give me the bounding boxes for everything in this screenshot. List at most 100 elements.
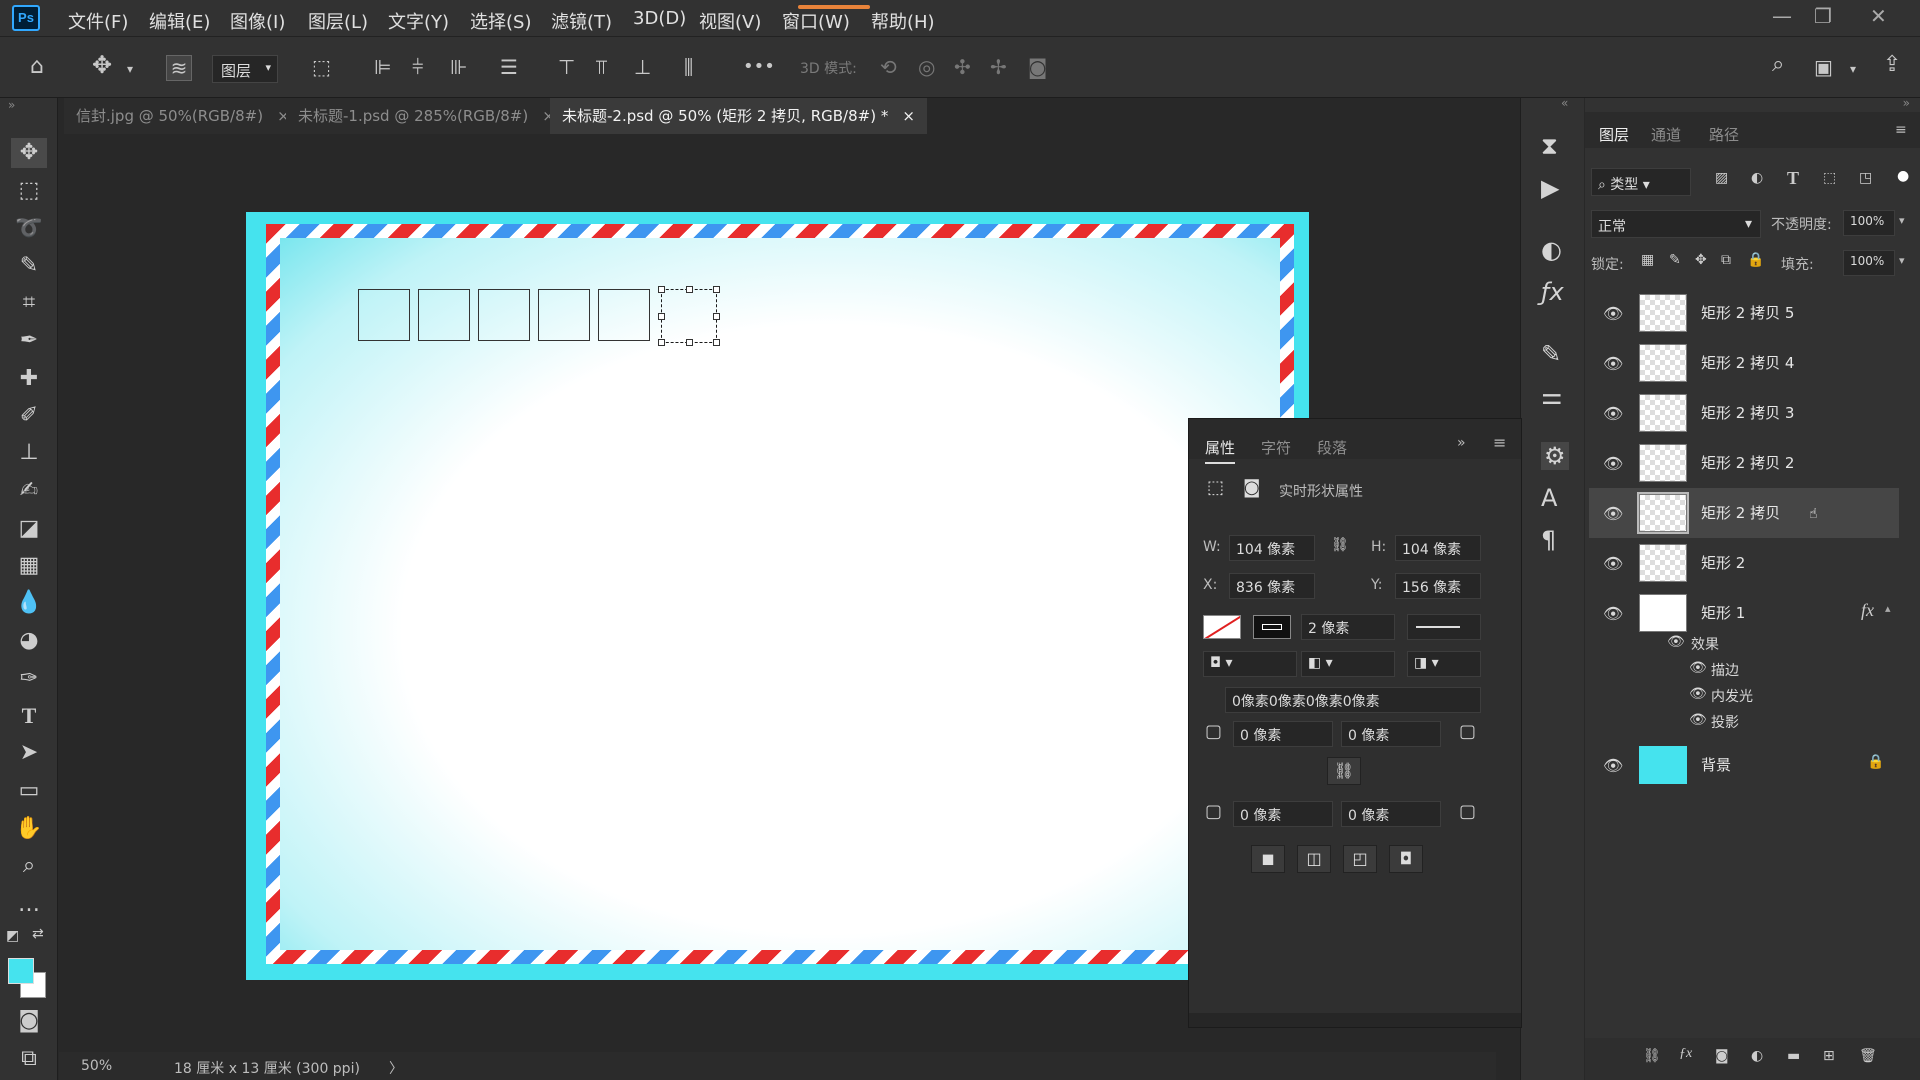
layer-row-selected[interactable]: 👁 矩形 2 拷贝 ☝ [1589, 488, 1899, 538]
collapse-arrows-icon[interactable]: » [1903, 96, 1910, 110]
filter-shape-icon[interactable]: ⬚ [1823, 170, 1836, 186]
paragraph-icon[interactable]: ¶ [1541, 526, 1556, 554]
new-group-icon[interactable]: ▬ [1787, 1048, 1800, 1064]
corner-br-field[interactable]: 0 像素 [1341, 801, 1441, 827]
stroke-align-dropdown[interactable]: ◘ ▾ [1203, 651, 1297, 677]
stamp-tool-icon[interactable]: ⊥ [11, 438, 47, 468]
transform-handle[interactable] [658, 286, 665, 293]
close-icon[interactable]: ✕ [1870, 4, 1887, 28]
share-icon[interactable]: ⇪ [1883, 54, 1901, 76]
chevron-down-icon[interactable]: ▾ [1899, 214, 1905, 227]
history-icon[interactable]: ⧗ [1541, 132, 1558, 160]
transform-controls-icon[interactable]: ⬚ [312, 57, 331, 77]
menu-filter[interactable]: 滤镜(T) [551, 8, 612, 34]
filter-type-icon[interactable]: T [1787, 168, 1799, 189]
collapse-arrows-icon[interactable]: » [8, 98, 15, 112]
edit-toolbar-icon[interactable]: … [11, 890, 47, 920]
move-tool-icon[interactable]: ✥ [11, 138, 47, 168]
y-position-field[interactable]: 156 像素 [1395, 573, 1481, 599]
menu-help[interactable]: 帮助(H) [871, 8, 935, 34]
chevron-down-icon[interactable]: ▾ [127, 59, 133, 79]
align-hcenter-icon[interactable]: ⫩ [412, 57, 423, 77]
tab-paths[interactable]: 路径 [1709, 124, 1739, 145]
stroke-corners-dropdown[interactable]: ◨ ▾ [1407, 651, 1481, 677]
link-dimensions-icon[interactable]: ⛓ [1331, 537, 1349, 553]
workspace-icon[interactable]: ▣ [1814, 57, 1833, 77]
menu-window[interactable]: 窗口(W) [782, 8, 850, 34]
link-layers-icon[interactable]: ⛓ [1643, 1048, 1661, 1064]
menu-select[interactable]: 选择(S) [470, 8, 531, 34]
3d-camera-icon[interactable]: ◙ [1028, 57, 1047, 77]
align-left-icon[interactable]: ⊫ [374, 57, 391, 77]
layer-row[interactable]: 👁 矩形 2 拷贝 4 [1589, 338, 1899, 388]
lock-artboard-icon[interactable]: ⧉ [1721, 252, 1731, 268]
hand-tool-icon[interactable]: ✋ [11, 814, 47, 844]
visibility-eye-icon[interactable]: 👁 [1603, 304, 1623, 323]
menu-edit[interactable]: 编辑(E) [149, 8, 210, 34]
layer-filter-dropdown[interactable]: ⌕ 类型 ▾ [1591, 168, 1691, 196]
fill-none-swatch[interactable] [1203, 615, 1241, 639]
filter-smart-object-icon[interactable]: ◳ [1859, 170, 1872, 186]
menu-type[interactable]: 文字(Y) [388, 8, 449, 34]
effect-eye-icon[interactable]: 👁 [1689, 686, 1707, 702]
character-icon[interactable]: A [1541, 484, 1557, 512]
postcode-box[interactable] [358, 289, 410, 341]
visibility-eye-icon[interactable]: 👁 [1603, 504, 1623, 523]
3d-orbit-icon[interactable]: ⟲ [880, 57, 897, 77]
postcode-box[interactable] [598, 289, 650, 341]
type-tool-icon[interactable]: T [11, 701, 47, 731]
close-tab-icon[interactable]: × [902, 107, 915, 125]
layer-row[interactable]: 👁 矩形 2 [1589, 538, 1899, 588]
postcode-box[interactable] [538, 289, 590, 341]
effects-eye-icon[interactable]: 👁 [1667, 634, 1685, 650]
postcode-box[interactable] [418, 289, 470, 341]
align-vcenter-icon[interactable]: ⫪ [596, 57, 607, 77]
transform-handle[interactable] [658, 339, 665, 346]
menu-file[interactable]: 文件(F) [68, 8, 128, 34]
layer-row[interactable]: 👁 矩形 2 拷贝 3 [1589, 388, 1899, 438]
corner-tl-field[interactable]: 0 像素 [1233, 721, 1333, 747]
align-bottom-icon[interactable]: ⊥ [634, 57, 651, 77]
collapse-arrows-icon[interactable]: « [1561, 96, 1568, 110]
tab-envelope-jpg[interactable]: 信封.jpg @ 50%(RGB/8#) × [64, 98, 302, 134]
brushes-icon[interactable]: ✎ [1541, 340, 1561, 368]
blend-mode-dropdown[interactable]: 正常 ▾ [1591, 210, 1761, 238]
auto-select-dropdown[interactable]: 图层 ▾ [212, 55, 278, 83]
distribute-vertical-icon[interactable]: ⫼ [684, 57, 693, 77]
history-brush-tool-icon[interactable]: ✍ [11, 476, 47, 506]
effect-stroke[interactable]: 描边 [1711, 660, 1739, 680]
quick-select-tool-icon[interactable]: ✎ [11, 251, 47, 281]
selected-shape-bounding-box[interactable] [658, 286, 720, 346]
mask-icon[interactable]: ◙ [1243, 477, 1260, 498]
filter-pixel-icon[interactable]: ▨ [1715, 170, 1728, 186]
corner-bl-field[interactable]: 0 像素 [1233, 801, 1333, 827]
tab-character[interactable]: 字符 [1261, 437, 1291, 458]
restore-icon[interactable]: ❐ [1814, 4, 1832, 28]
rectangle-tool-icon[interactable]: ▭ [11, 776, 47, 806]
swap-colors-icon[interactable]: ⇄ [32, 926, 44, 942]
3d-pan-icon[interactable]: ✣ [954, 57, 971, 77]
visibility-eye-icon[interactable]: 👁 [1603, 554, 1623, 573]
menu-view[interactable]: 视图(V) [699, 8, 761, 34]
menu-3d[interactable]: 3D(D) [633, 8, 686, 29]
layer-row-background[interactable]: 👁 背景 🔒 [1589, 740, 1899, 790]
align-right-icon[interactable]: ⊪ [450, 57, 467, 77]
tab-untitled-2[interactable]: 未标题-2.psd @ 50% (矩形 2 拷贝, RGB/8#) * × [550, 98, 927, 134]
screen-mode-icon[interactable]: ⧉ [11, 1044, 47, 1074]
chevron-down-icon[interactable]: ▾ [1899, 254, 1905, 267]
align-top-icon[interactable]: ⊤ [558, 57, 575, 77]
lock-icon[interactable]: 🔒 [1867, 754, 1884, 770]
add-style-icon[interactable]: ƒx [1679, 1046, 1692, 1062]
transform-handle[interactable] [686, 339, 693, 346]
transform-handle[interactable] [658, 313, 665, 320]
auto-select-icon[interactable]: ≋ [166, 55, 192, 81]
new-layer-icon[interactable]: ⊞ [1823, 1048, 1835, 1064]
actions-play-icon[interactable]: ▶ [1541, 174, 1559, 202]
effect-eye-icon[interactable]: 👁 [1689, 712, 1707, 728]
gradient-tool-icon[interactable]: ▦ [11, 551, 47, 581]
visibility-eye-icon[interactable]: 👁 [1603, 756, 1623, 775]
home-icon[interactable]: ⌂ [30, 56, 44, 78]
brush-tool-icon[interactable]: ✐ [11, 401, 47, 431]
tab-properties[interactable]: 属性 [1205, 437, 1236, 464]
stroke-caps-dropdown[interactable]: ◧ ▾ [1301, 651, 1395, 677]
